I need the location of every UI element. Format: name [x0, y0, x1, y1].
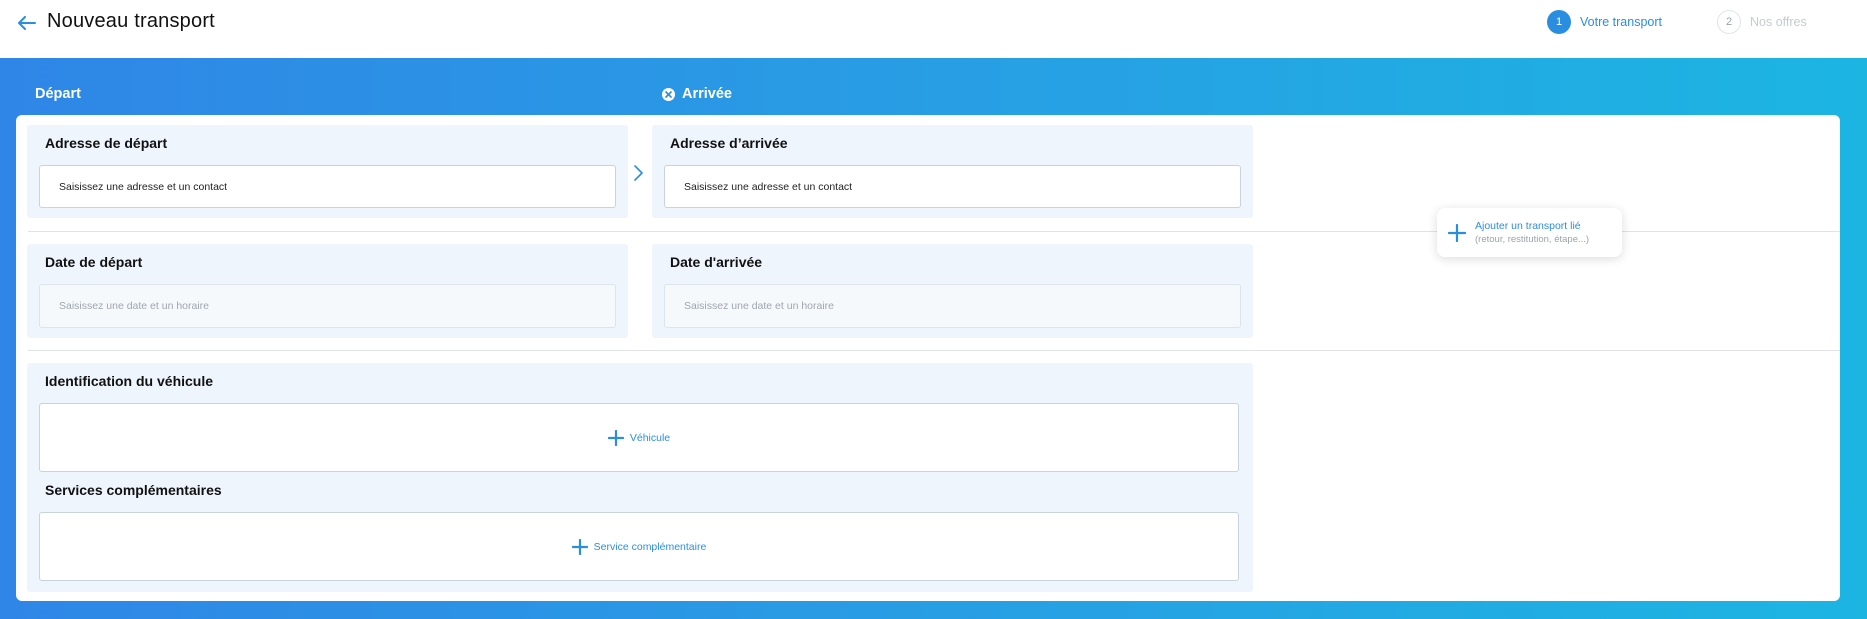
- departure-address-title: Adresse de départ: [45, 135, 168, 151]
- departure-address-section: Adresse de départ Saisissez une adresse …: [27, 125, 628, 218]
- plus-icon: [571, 538, 588, 555]
- section-divider: [28, 350, 1840, 351]
- arrival-address-input[interactable]: Saisissez une adresse et un contact: [664, 165, 1241, 208]
- step-number: 2: [1717, 10, 1741, 34]
- departure-date-title: Date de départ: [45, 254, 143, 270]
- departure-column-label: Départ: [35, 86, 81, 102]
- add-vehicle-button[interactable]: Véhicule: [39, 403, 1239, 472]
- plus-icon: [607, 429, 624, 446]
- arrival-date-input[interactable]: Saisissez une date et un horaire: [664, 284, 1241, 328]
- arrival-address-section: Adresse d’arrivée Saisissez une adresse …: [652, 125, 1253, 218]
- plus-icon: [1448, 223, 1466, 242]
- step-label: Nos offres: [1750, 15, 1807, 29]
- step-label: Votre transport: [1580, 15, 1662, 29]
- arrival-date-title: Date d'arrivée: [670, 254, 763, 270]
- arrival-date-section: Date d'arrivée Saisissez une date et un …: [652, 244, 1253, 338]
- step-nos-offres[interactable]: 2 Nos offres: [1717, 10, 1807, 34]
- add-service-label: Service complémentaire: [593, 540, 707, 553]
- add-linked-transport-button[interactable]: Ajouter un transport lié (retour, restit…: [1437, 208, 1622, 257]
- close-circle-icon[interactable]: [662, 87, 675, 101]
- back-arrow-icon[interactable]: [14, 11, 40, 35]
- vehicle-services-section: Identification du véhicule Véhicule Serv…: [27, 363, 1253, 592]
- top-bar: Nouveau transport 1 Votre transport 2 No…: [0, 0, 1867, 58]
- chevron-right-icon: [633, 164, 645, 187]
- step-votre-transport[interactable]: 1 Votre transport: [1547, 10, 1662, 34]
- arrival-column-text: Arrivée: [682, 86, 732, 102]
- departure-date-section: Date de départ Saisissez une date et un …: [27, 244, 628, 338]
- linked-transport-label: Ajouter un transport lié: [1475, 219, 1581, 232]
- services-title: Services complémentaires: [45, 482, 222, 498]
- departure-address-input[interactable]: Saisissez une adresse et un contact: [39, 165, 616, 208]
- linked-transport-hint: (retour, restitution, étape...): [1475, 233, 1590, 245]
- arrival-column-label: Arrivée: [662, 86, 732, 102]
- vehicle-title: Identification du véhicule: [45, 373, 214, 389]
- step-number: 1: [1547, 10, 1571, 34]
- arrival-address-title: Adresse d’arrivée: [670, 135, 788, 151]
- transport-form-card: Adresse de départ Saisissez une adresse …: [16, 115, 1840, 601]
- page-title: Nouveau transport: [47, 10, 215, 32]
- add-vehicle-label: Véhicule: [629, 431, 671, 444]
- add-service-button[interactable]: Service complémentaire: [39, 512, 1239, 581]
- departure-date-input[interactable]: Saisissez une date et un horaire: [39, 284, 616, 328]
